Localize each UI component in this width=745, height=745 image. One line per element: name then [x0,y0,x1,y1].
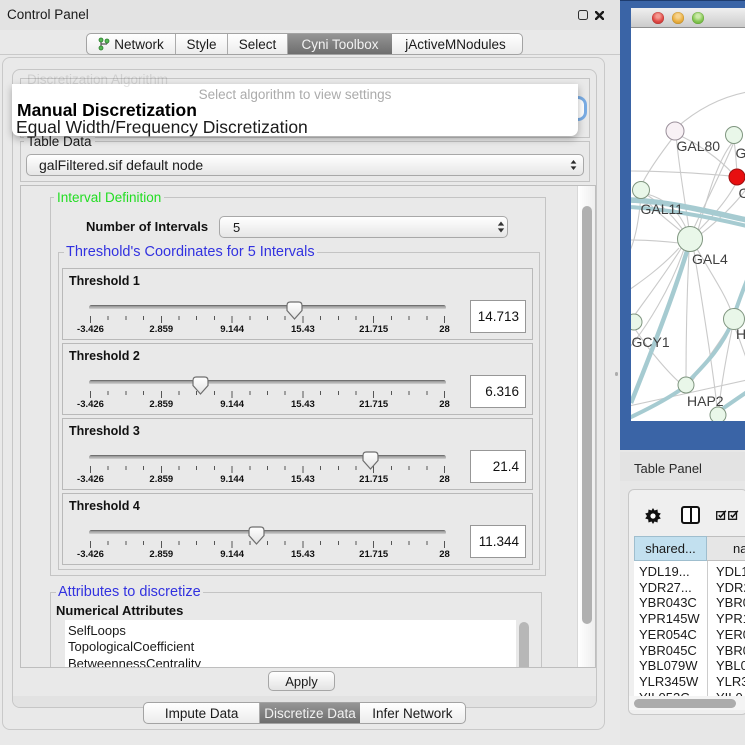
svg-text:GAL11: GAL11 [641,201,684,217]
svg-text:C: C [739,185,745,201]
svg-text:G: G [736,145,745,161]
svg-text:GAL4: GAL4 [692,251,728,267]
svg-text:HAP2: HAP2 [687,393,724,409]
svg-text:GAL80: GAL80 [677,138,721,154]
svg-text:H: H [736,326,745,342]
svg-text:GCY1: GCY1 [632,334,670,350]
